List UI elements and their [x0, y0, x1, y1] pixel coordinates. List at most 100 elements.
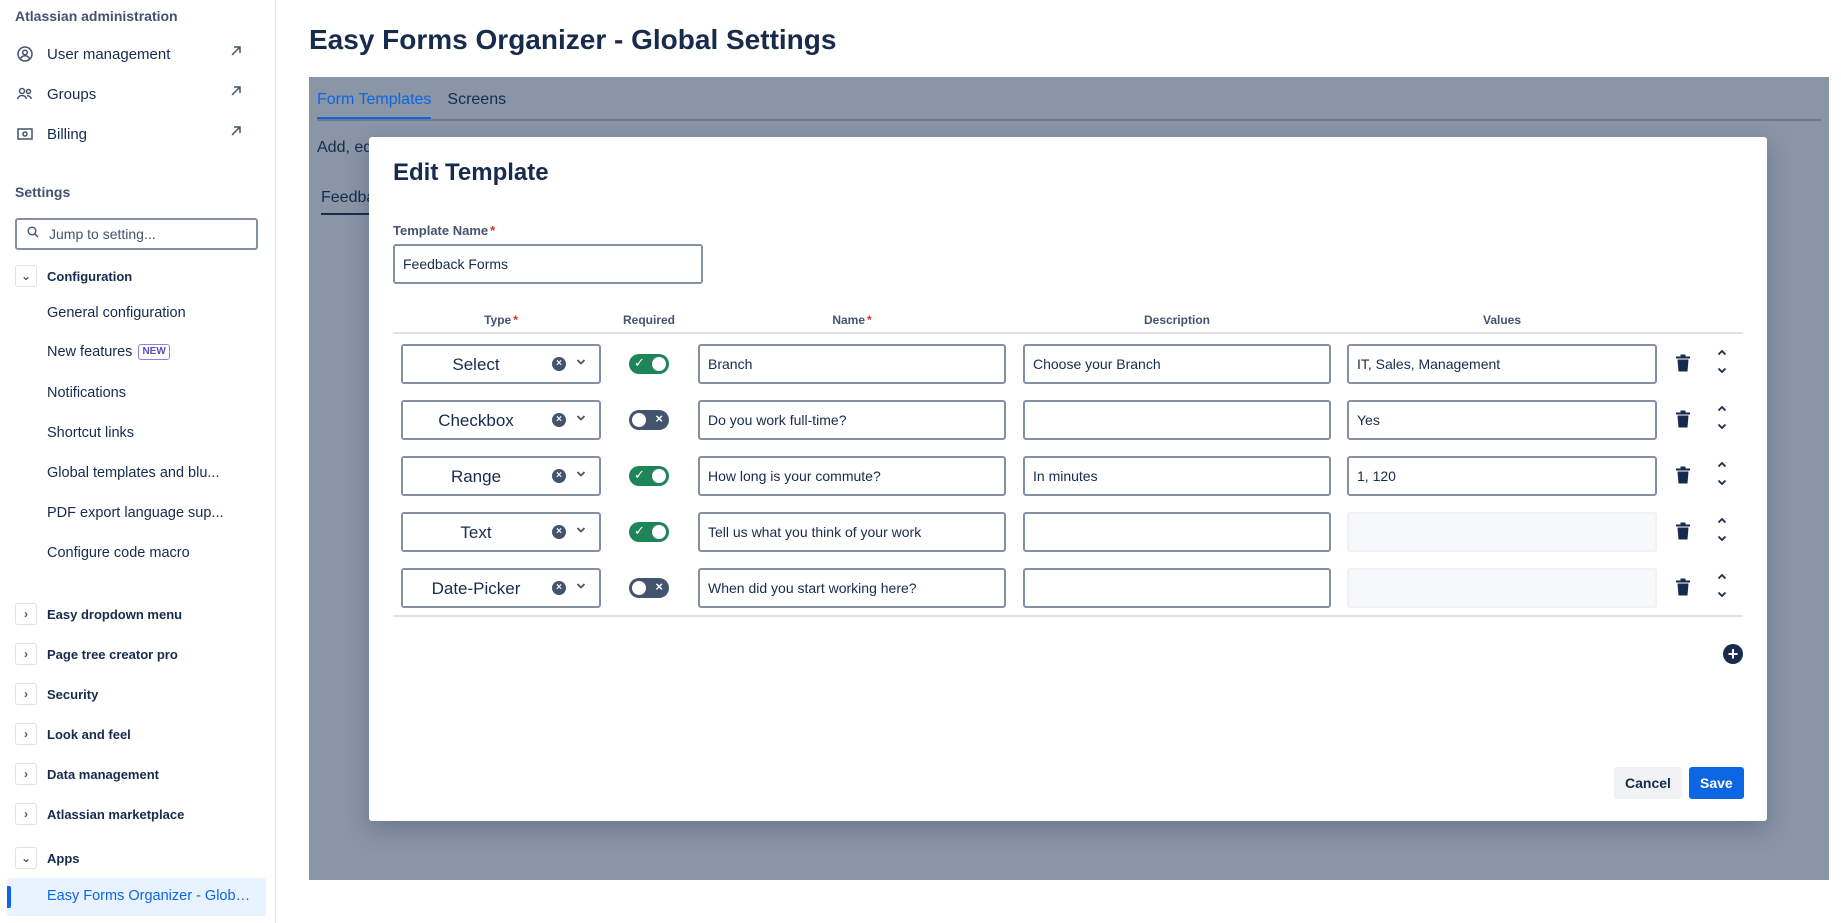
template-name-input[interactable] — [393, 244, 703, 284]
column-header-required: Required — [622, 313, 675, 327]
cancel-button[interactable]: Cancel — [1614, 767, 1682, 799]
trash-icon[interactable] — [1675, 410, 1693, 430]
field-description-input[interactable] — [1023, 456, 1331, 496]
field-name-input[interactable] — [698, 344, 1006, 384]
clear-icon[interactable]: × — [552, 525, 566, 539]
sidebar-item-new-features[interactable]: New features NEW — [47, 344, 170, 361]
sidebar-group-page-tree[interactable]: › Page tree creator pro — [15, 641, 178, 667]
sidebar-group-configuration[interactable]: ⌄ Configuration — [15, 263, 132, 289]
move-down-icon[interactable] — [1715, 474, 1729, 492]
reorder-controls — [1715, 456, 1729, 496]
move-up-icon[interactable] — [1715, 512, 1729, 530]
sidebar-item-code-macro[interactable]: Configure code macro — [47, 545, 190, 561]
table-row: Text × ✓ — [369, 512, 1767, 552]
table-row: Date-Picker × × — [369, 568, 1767, 608]
add-field-button[interactable]: + — [1723, 644, 1743, 664]
edit-template-modal: Edit Template Template Name* Type* Requi… — [369, 137, 1767, 821]
move-down-icon[interactable] — [1715, 362, 1729, 380]
sidebar-item-pdf-export[interactable]: PDF export language sup... — [47, 505, 224, 521]
move-up-icon[interactable] — [1715, 456, 1729, 474]
clear-icon[interactable]: × — [552, 413, 566, 427]
group-label: Page tree creator pro — [47, 646, 178, 662]
chevron-down-icon[interactable] — [576, 579, 586, 593]
sidebar-group-marketplace[interactable]: › Atlassian marketplace — [15, 801, 184, 827]
column-header-type: Type * — [484, 313, 518, 327]
type-select[interactable]: Range × — [401, 456, 601, 496]
field-name-input[interactable] — [698, 512, 1006, 552]
group-label: Data management — [47, 766, 159, 782]
toggle-knob — [632, 413, 646, 427]
table-row: Range × ✓ — [369, 456, 1767, 496]
sidebar-item-easy-forms-active[interactable]: Easy Forms Organizer - Global ... — [7, 878, 266, 916]
setting-search[interactable] — [15, 218, 258, 250]
chevron-right-icon: › — [15, 643, 37, 665]
field-values-input[interactable] — [1347, 456, 1657, 496]
move-down-icon[interactable] — [1715, 586, 1729, 604]
sidebar-link-billing[interactable]: Billing — [15, 120, 255, 148]
save-button[interactable]: Save — [1689, 767, 1744, 799]
background-template-tab: Feedba — [321, 189, 376, 215]
required-toggle[interactable]: × — [629, 578, 669, 598]
clear-icon[interactable]: × — [552, 357, 566, 371]
move-down-icon[interactable] — [1715, 530, 1729, 548]
field-values-input[interactable] — [1347, 400, 1657, 440]
type-select-value: Select — [452, 355, 500, 374]
column-header-description: Description — [1143, 313, 1210, 327]
sidebar-link-groups[interactable]: Groups — [15, 80, 255, 108]
trash-icon[interactable] — [1675, 578, 1693, 598]
sidebar-group-security[interactable]: › Security — [15, 681, 98, 707]
sidebar-item-general-configuration[interactable]: General configuration — [47, 305, 186, 321]
group-label: Apps — [47, 850, 80, 866]
trash-icon[interactable] — [1675, 522, 1693, 542]
template-name-label: Template Name * — [393, 223, 496, 238]
tab-form-templates[interactable]: Form Templates — [317, 85, 432, 119]
table-row: Select × ✓ — [369, 344, 1767, 384]
tab-screens[interactable]: Screens — [447, 85, 506, 119]
type-select[interactable]: Date-Picker × — [401, 568, 601, 608]
type-select-value: Text — [460, 523, 492, 542]
tab-bar: Form Templates Screens — [317, 85, 1821, 121]
field-name-input[interactable] — [698, 568, 1006, 608]
type-select[interactable]: Checkbox × — [401, 400, 601, 440]
chevron-down-icon[interactable] — [576, 355, 586, 369]
background-description: Add, ed — [317, 139, 373, 156]
sidebar-group-easy-dropdown[interactable]: › Easy dropdown menu — [15, 601, 182, 627]
sidebar-link-user-management[interactable]: User management — [15, 40, 255, 68]
trash-icon[interactable] — [1675, 354, 1693, 374]
move-up-icon[interactable] — [1715, 568, 1729, 586]
required-toggle[interactable]: × — [629, 410, 669, 430]
field-description-input[interactable] — [1023, 344, 1331, 384]
field-name-input[interactable] — [698, 400, 1006, 440]
required-toggle[interactable]: ✓ — [629, 354, 669, 374]
clear-icon[interactable]: × — [552, 469, 566, 483]
field-description-input[interactable] — [1023, 568, 1331, 608]
type-select[interactable]: Select × — [401, 344, 601, 384]
field-values-input[interactable] — [1347, 344, 1657, 384]
chevron-down-icon[interactable] — [576, 411, 586, 425]
field-description-input[interactable] — [1023, 400, 1331, 440]
sidebar-link-label: Groups — [47, 85, 97, 103]
required-toggle[interactable]: ✓ — [629, 522, 669, 542]
type-select[interactable]: Text × — [401, 512, 601, 552]
sidebar-item-notifications[interactable]: Notifications — [47, 385, 126, 401]
move-up-icon[interactable] — [1715, 400, 1729, 418]
field-name-input[interactable] — [698, 456, 1006, 496]
required-toggle[interactable]: ✓ — [629, 466, 669, 486]
sidebar-link-label: Billing — [47, 125, 88, 143]
sidebar-item-shortcut-links[interactable]: Shortcut links — [47, 425, 134, 441]
trash-icon[interactable] — [1675, 466, 1693, 486]
clear-icon[interactable]: × — [552, 581, 566, 595]
sidebar-group-data-management[interactable]: › Data management — [15, 761, 159, 787]
move-down-icon[interactable] — [1715, 418, 1729, 436]
chevron-down-icon[interactable] — [576, 523, 586, 537]
move-up-icon[interactable] — [1715, 344, 1729, 362]
column-header-name: Name * — [832, 313, 872, 327]
field-description-input[interactable] — [1023, 512, 1331, 552]
sidebar-group-look-and-feel[interactable]: › Look and feel — [15, 721, 131, 747]
group-label: Atlassian marketplace — [47, 806, 185, 822]
search-input[interactable] — [49, 226, 239, 242]
sidebar-item-global-templates[interactable]: Global templates and blu... — [47, 465, 220, 481]
chevron-right-icon: › — [15, 763, 37, 785]
sidebar-group-apps[interactable]: ⌄ Apps — [15, 845, 80, 871]
chevron-down-icon[interactable] — [576, 467, 586, 481]
